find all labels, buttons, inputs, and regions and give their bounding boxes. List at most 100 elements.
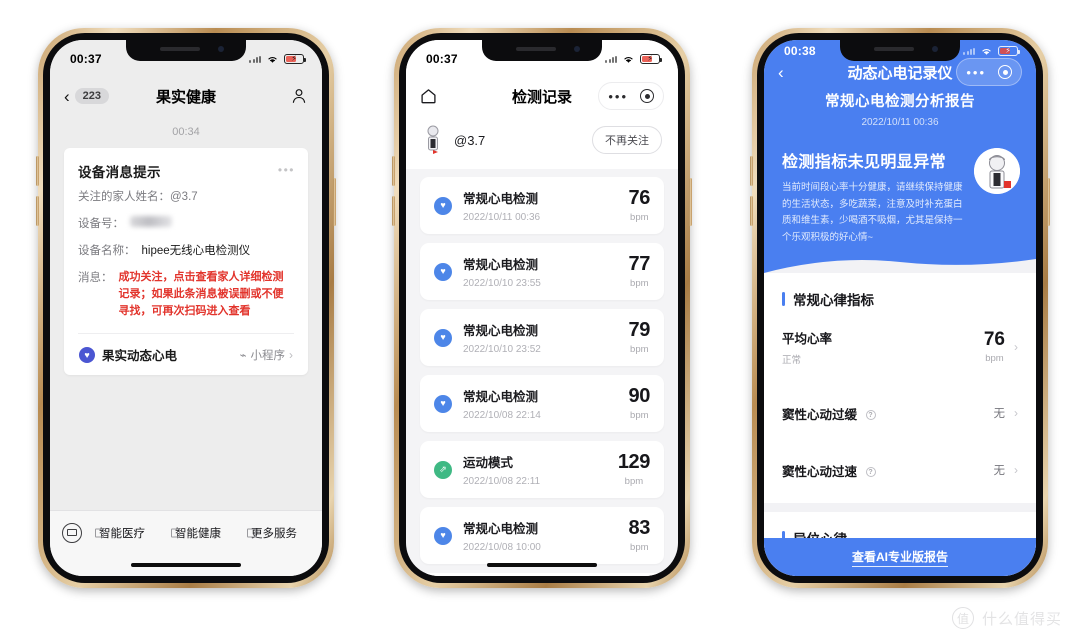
section-regular-rhythm: 常规心律指标 平均心率 正常 76 bpm › 窦性心动过缓 ? 无 › 窦性心… (764, 272, 1036, 503)
record-time: 2022/10/08 22:11 (463, 476, 541, 487)
more-dots-icon[interactable]: ••• (966, 66, 986, 79)
record-time: 2022/10/08 22:14 (463, 410, 541, 421)
wechat-navbar: ‹ 223 果实健康 (50, 74, 322, 118)
section-accent-bar (782, 291, 785, 306)
home-indicator[interactable] (50, 554, 322, 576)
record-type: 常规心电检测 (463, 258, 539, 272)
view-ai-report-button[interactable]: 查看AI专业版报告 (764, 538, 1036, 576)
record-item[interactable]: ♥ 常规心电检测 2022/10/10 23:55 77 bpm (420, 243, 664, 300)
power-button[interactable] (689, 178, 692, 226)
metric-value: 无 (993, 465, 1006, 477)
unfollow-button[interactable]: 不再关注 (592, 126, 662, 154)
volume-up-button[interactable] (750, 156, 753, 186)
chat-toolbar: 智能医疗 智能健康 更多服务 (50, 510, 322, 554)
heart-blue-icon: ♥ (434, 526, 452, 545)
metric-row[interactable]: 窦性心动过缓 ? 无 › (782, 385, 1018, 442)
card-row-device-name: 设备名称： hipee无线心电检测仪 (78, 242, 294, 258)
record-item[interactable]: ♥ 常规心电检测 2022/10/08 22:14 90 bpm (420, 375, 664, 432)
chat-body: 00:34 ••• 设备消息提示 关注的家人姓名：@3.7 设备号： 00000… (50, 118, 322, 510)
chevron-right-icon[interactable]: › (1014, 463, 1018, 477)
phone-screen: 00:38 ⚡ ‹ 动态心电记录仪 ••• 常规心电检测分析报告 2022/10… (764, 40, 1036, 576)
metric-name: 平均心率 (782, 331, 833, 346)
row-key: 设备名称： (78, 245, 136, 257)
power-button[interactable] (1047, 178, 1050, 226)
home-indicator[interactable] (406, 554, 678, 576)
volume-up-button[interactable] (36, 156, 39, 186)
metric-row[interactable]: 窦性心动过速 ? 无 › (782, 442, 1018, 499)
more-dots-icon[interactable]: ••• (608, 90, 628, 103)
phone-mockup-records: 00:37 ⚡ 检测记录 ••• @3.7 不再关注 ♥ 常规心电检测 2022… (392, 28, 692, 588)
target-circle-icon[interactable] (998, 65, 1012, 79)
metric-row[interactable]: 平均心率 正常 76 bpm › (782, 309, 1018, 385)
volume-down-button[interactable] (36, 196, 39, 226)
card-row-device-id: 设备号： 00000 (78, 215, 294, 231)
record-time: 2022/10/11 00:36 (463, 212, 541, 223)
miniprogram-capsule: ••• (598, 82, 664, 110)
chevron-right-icon[interactable]: › (1014, 340, 1018, 354)
phone-screen: 00:37 ⚡ ‹ 223 果实健康 00:34 ••• 设备消息提示 关注的家… (50, 40, 322, 576)
toolbar-item-0[interactable]: 智能医疗 (86, 525, 158, 541)
phone-mockup-wechat: 00:37 ⚡ ‹ 223 果实健康 00:34 ••• 设备消息提示 关注的家… (36, 28, 336, 588)
record-value: 83 (628, 517, 651, 539)
target-circle-icon[interactable] (640, 89, 654, 103)
chat-timestamp: 00:34 (172, 126, 200, 138)
phone-screen: 00:37 ⚡ 检测记录 ••• @3.7 不再关注 ♥ 常规心电检测 2022… (406, 40, 678, 576)
record-item[interactable]: ♥ 常规心电检测 2022/10/11 00:36 76 bpm (420, 177, 664, 234)
miniprogram-link-row[interactable]: ♥ 果实动态心电 ⌁ 小程序 › (78, 334, 294, 375)
heart-blue-icon: ♥ (434, 196, 452, 215)
section-header: 常规心律指标 (782, 289, 1018, 309)
unread-count-badge[interactable]: 223 (74, 88, 110, 104)
keyboard-circle-icon[interactable] (62, 522, 82, 543)
miniprogram-name: 果实动态心电 (102, 349, 178, 364)
volume-down-button[interactable] (750, 196, 753, 226)
status-time: 00:38 (784, 44, 816, 58)
miniprogram-glyph-icon: ⌁ (239, 349, 247, 362)
person-avatar-icon (427, 125, 439, 154)
row-key: 消息： (78, 272, 113, 284)
heart-blue-icon: ♥ (434, 328, 452, 347)
miniprogram-tag-label: 小程序 (250, 349, 286, 362)
front-camera (218, 46, 224, 52)
back-icon[interactable]: ‹ (64, 88, 70, 105)
battery-icon: ⚡ (998, 46, 1021, 56)
question-mark-icon[interactable]: ? (865, 410, 876, 421)
toolbar-item-1[interactable]: 智能健康 (162, 525, 234, 541)
hero-wave-divider (764, 258, 1036, 273)
power-button[interactable] (333, 178, 336, 226)
row-key: 设备号： (78, 218, 124, 230)
front-camera (932, 46, 938, 52)
miniprogram-logo-icon: ♥ (79, 346, 95, 363)
heart-blue-icon: ♥ (434, 262, 452, 281)
record-type: 常规心电检测 (463, 324, 539, 338)
follow-name: @3.7 (454, 132, 486, 148)
back-icon[interactable]: ‹ (778, 64, 784, 81)
home-icon[interactable] (420, 88, 437, 104)
status-time: 00:37 (70, 52, 102, 66)
person-icon[interactable] (290, 87, 308, 105)
metric-value: 76 (983, 328, 1005, 350)
volume-down-button[interactable] (392, 196, 395, 226)
card-row-message: 消息： 成功关注，点击查看家人详细检测记录；如果此条消息被误删或不便寻找，可再次… (78, 269, 294, 320)
record-item[interactable]: ♥ 常规心电检测 2022/10/10 23:52 79 bpm (420, 309, 664, 366)
more-dots-icon[interactable]: ••• (278, 163, 295, 177)
chevron-right-icon[interactable]: › (1014, 406, 1018, 420)
device-message-card[interactable]: ••• 设备消息提示 关注的家人姓名：@3.7 设备号： 00000 设备名称：… (64, 148, 308, 376)
question-mark-icon[interactable]: ? (865, 467, 876, 478)
watermark-logo-icon: 值 (951, 607, 974, 629)
toolbar-item-2[interactable]: 更多服务 (238, 525, 310, 541)
record-item[interactable]: ⇗ 运动模式 2022/10/08 22:11 129 bpm (420, 441, 664, 498)
screenshot-stage: 00:37 ⚡ ‹ 223 果实健康 00:34 ••• 设备消息提示 关注的家… (0, 0, 1080, 639)
record-value: 76 (628, 187, 651, 209)
miniprogram-capsule: ••• (956, 58, 1022, 86)
signal-icon (605, 55, 617, 63)
row-value-blurred: 00000 (130, 216, 172, 227)
volume-up-button[interactable] (392, 156, 395, 186)
record-type: 运动模式 (463, 456, 514, 470)
record-value: 90 (628, 385, 651, 407)
records-list[interactable]: ♥ 常规心电检测 2022/10/11 00:36 76 bpm ♥ 常规心电检… (406, 169, 678, 576)
record-unit: bpm (630, 542, 649, 553)
follow-row: @3.7 不再关注 (406, 118, 678, 169)
record-value: 77 (628, 253, 651, 275)
record-time: 2022/10/08 10:00 (463, 542, 541, 553)
section-title: 常规心律指标 (793, 292, 874, 308)
